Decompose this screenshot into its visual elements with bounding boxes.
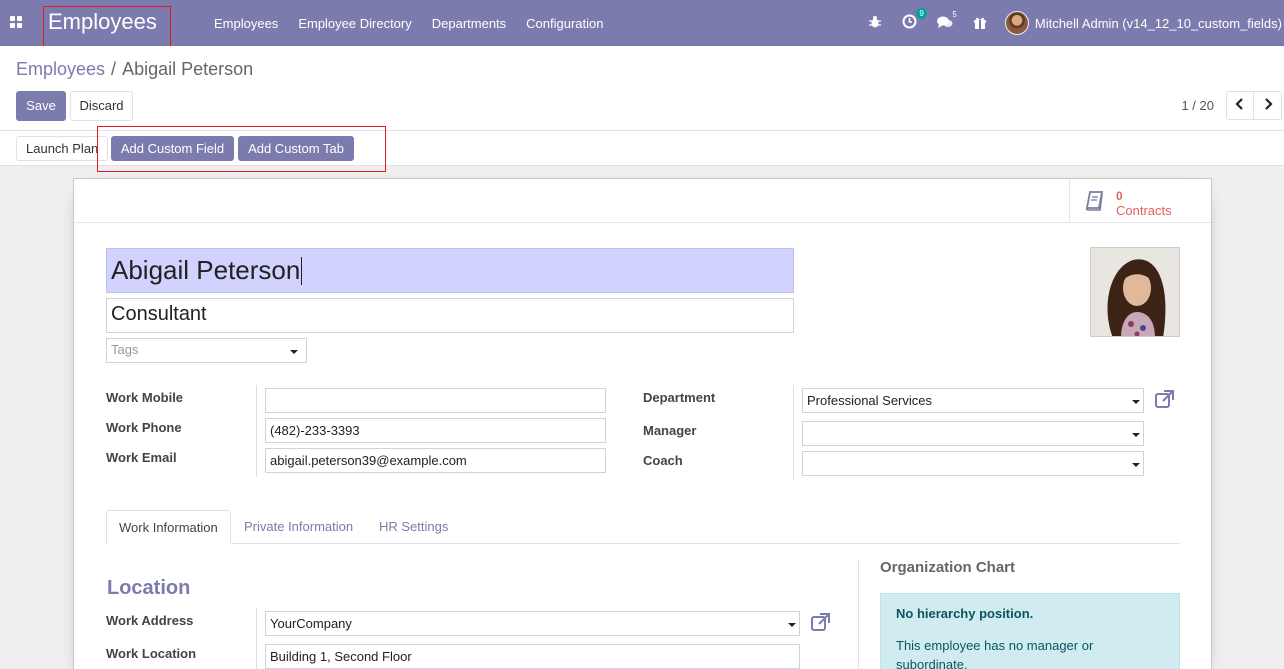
control-panel: Employees / Abigail Peterson Save Discard …	[0, 46, 1284, 131]
employee-name-input[interactable]: Abigail Peterson	[106, 248, 794, 293]
department-select[interactable]: Professional Services	[802, 388, 1144, 413]
external-link-icon[interactable]	[1155, 390, 1175, 408]
user-avatar	[1004, 11, 1029, 35]
dropdown-caret-icon	[1132, 433, 1140, 437]
pager-value[interactable]: 1 / 20	[1181, 98, 1214, 113]
org-chart-alert: No hierarchy position. This employee has…	[880, 593, 1180, 669]
external-link-icon[interactable]	[811, 613, 831, 631]
contracts-smart-button[interactable]: 0 Contracts	[1069, 179, 1211, 223]
launch-plan-button[interactable]: Launch Plan	[16, 136, 108, 161]
tags-input[interactable]: Tags	[106, 338, 307, 363]
form-sheet: 0 Contracts Abigail Peterson Consultant …	[73, 178, 1212, 669]
save-button[interactable]: Save	[16, 91, 66, 121]
contracts-label: Contracts	[1116, 203, 1172, 218]
smart-button-box: 0 Contracts	[74, 179, 1211, 223]
work-phone-label: Work Phone	[106, 420, 182, 435]
systray: 9 5 Mitchell Admin (v14_12_10_custom_fie…	[858, 0, 1284, 46]
contracts-count: 0	[1116, 189, 1123, 203]
menu-item-configuration[interactable]: Configuration	[516, 16, 613, 31]
manager-label: Manager	[643, 423, 697, 438]
activity-clock-icon[interactable]: 9	[902, 8, 927, 32]
label-divider	[256, 385, 257, 477]
tags-placeholder: Tags	[111, 342, 139, 357]
app-title-highlight-annotation	[43, 6, 171, 51]
work-location-input[interactable]: Building 1, Second Floor	[265, 644, 800, 669]
work-mobile-label: Work Mobile	[106, 390, 184, 405]
org-chart-heading: No hierarchy position.	[896, 606, 1034, 621]
location-section-title: Location	[107, 577, 191, 599]
dropdown-caret-icon	[1132, 463, 1140, 467]
org-chart-message: This employee has no manager or subordin…	[896, 638, 1094, 669]
work-location-label: Work Location	[106, 646, 197, 661]
pager-next-button[interactable]	[1254, 91, 1282, 120]
top-navbar: Employees Employees Employee Directory D…	[0, 0, 1284, 46]
work-phone-input[interactable]: (482)-233-3393	[265, 418, 606, 443]
notebook-tabs: Work Information Private Information HR …	[106, 510, 1180, 544]
dropdown-caret-icon	[290, 350, 298, 354]
chevron-left-icon	[1235, 98, 1243, 110]
work-mobile-input[interactable]	[265, 388, 606, 413]
department-value: Professional Services	[807, 393, 932, 408]
work-address-label: Work Address	[106, 613, 194, 628]
activity-count-badge: 9	[916, 8, 927, 19]
work-address-select[interactable]: YourCompany	[265, 611, 800, 636]
breadcrumb-current: Abigail Peterson	[122, 59, 254, 79]
work-address-value: YourCompany	[270, 616, 352, 631]
dropdown-caret-icon	[788, 623, 796, 627]
label-divider	[256, 608, 257, 669]
manager-select[interactable]	[802, 421, 1144, 446]
breadcrumb: Employees / Abigail Peterson	[16, 59, 253, 80]
department-label: Department	[643, 390, 716, 405]
custom-buttons-highlight-annotation	[97, 126, 386, 172]
user-name: Mitchell Admin (v14_12_10_custom_fields)	[1034, 15, 1282, 31]
messages-comments-icon[interactable]: 5	[936, 10, 957, 32]
menu-item-employee-directory[interactable]: Employee Directory	[288, 16, 421, 31]
apps-menu-icon[interactable]	[10, 16, 22, 28]
work-email-label: Work Email	[106, 450, 177, 465]
main-menu: Employees Employee Directory Departments…	[204, 0, 614, 46]
coach-select[interactable]	[802, 451, 1144, 476]
menu-item-departments[interactable]: Departments	[422, 16, 516, 31]
employee-portrait-image	[1091, 248, 1179, 336]
text-cursor	[301, 256, 303, 285]
employee-photo[interactable]	[1090, 247, 1180, 337]
tab-private-information[interactable]: Private Information	[232, 510, 365, 544]
discard-button[interactable]: Discard	[70, 91, 133, 121]
label-divider	[793, 385, 794, 480]
menu-item-employees[interactable]: Employees	[204, 16, 288, 31]
coach-label: Coach	[643, 453, 683, 468]
pager-previous-button[interactable]	[1226, 91, 1254, 120]
chevron-right-icon	[1264, 98, 1273, 110]
tab-work-information[interactable]: Work Information	[106, 510, 231, 544]
breadcrumb-employees-link[interactable]: Employees	[16, 59, 105, 79]
job-title-input[interactable]: Consultant	[106, 298, 794, 333]
book-icon	[1086, 191, 1104, 211]
user-menu[interactable]: Mitchell Admin (v14_12_10_custom_fields)	[1004, 11, 1284, 35]
messages-count-badge: 5	[952, 9, 957, 19]
employee-name-value: Abigail Peterson	[111, 255, 301, 285]
tab-hr-settings[interactable]: HR Settings	[367, 510, 460, 544]
dropdown-caret-icon	[1132, 400, 1140, 404]
column-divider	[858, 560, 859, 669]
breadcrumb-separator: /	[111, 59, 117, 79]
gift-icon[interactable]	[973, 15, 987, 32]
debug-bug-icon[interactable]	[868, 15, 882, 32]
organization-chart-title: Organization Chart	[880, 559, 1016, 576]
work-email-input[interactable]: abigail.peterson39@example.com	[265, 448, 606, 473]
